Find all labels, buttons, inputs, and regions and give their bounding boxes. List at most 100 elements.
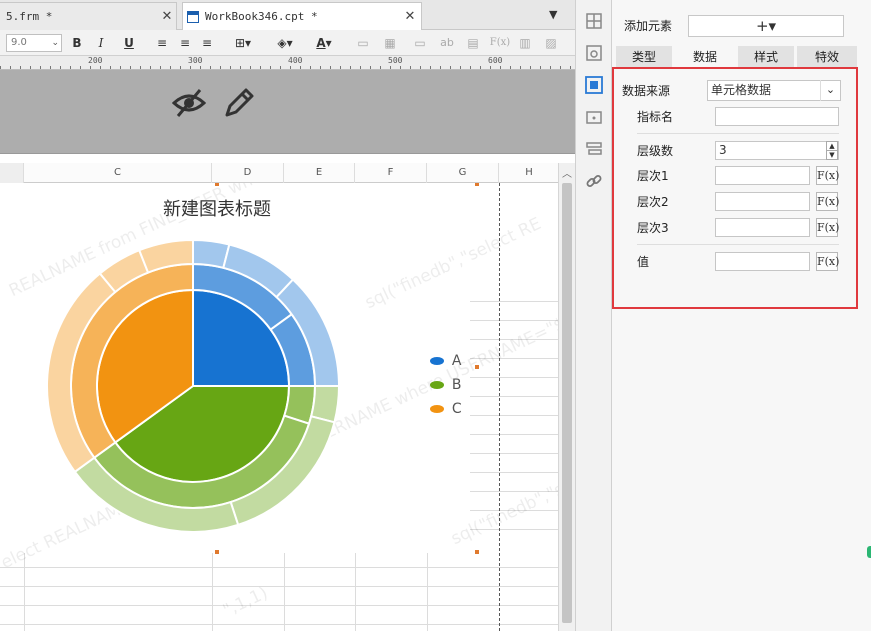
- close-icon[interactable]: ✕: [160, 3, 174, 30]
- stepper-down-icon[interactable]: ▼: [826, 150, 838, 160]
- sunburst-chart[interactable]: [40, 233, 346, 539]
- border-icon[interactable]: ⊞▾: [229, 34, 257, 52]
- format-toolbar: 9.0 ⌄ B I U ≡ ≡ ≡ ⊞▾ ◈▾ A▾ ▭ ▦ ▭ ab ▤ F(…: [0, 30, 575, 56]
- data-source-value: 单元格数据: [711, 83, 772, 97]
- resize-handle[interactable]: [214, 549, 220, 555]
- grid-icon[interactable]: ▦: [382, 34, 398, 52]
- align-center-icon[interactable]: ≡: [177, 34, 193, 52]
- tab-frm[interactable]: 5.frm * ✕: [0, 2, 177, 30]
- levels-stepper[interactable]: 3 ▲ ▼: [715, 141, 839, 160]
- cell-element-icon[interactable]: [585, 76, 603, 94]
- ruler-tick: [150, 66, 151, 69]
- column-header[interactable]: D: [212, 163, 284, 183]
- tab-effect[interactable]: 特效: [797, 46, 857, 68]
- ruler-tick: [390, 66, 391, 69]
- float-element-icon[interactable]: [585, 140, 603, 158]
- align-right-icon[interactable]: ≡: [199, 34, 215, 52]
- component-settings-icon[interactable]: [585, 44, 603, 62]
- level-1-field[interactable]: [715, 166, 810, 185]
- ruler-label: 600: [488, 56, 503, 65]
- ruler-tick: [210, 66, 211, 69]
- scroll-thumb[interactable]: [562, 183, 572, 623]
- level-3-field[interactable]: [715, 218, 810, 237]
- level-3-label: 层次3: [637, 221, 669, 235]
- report-canvas[interactable]: REALNAME from FINE_USER where U sql("fin…: [0, 183, 558, 631]
- column-header[interactable]: C: [24, 163, 212, 183]
- text-color-button[interactable]: A▾: [309, 34, 339, 52]
- tab-type[interactable]: 类型: [616, 46, 672, 68]
- image-icon[interactable]: ▨: [543, 34, 559, 52]
- bold-button[interactable]: B: [70, 34, 84, 52]
- hide-icon[interactable]: [172, 86, 206, 120]
- tab-data[interactable]: 数据: [675, 46, 735, 68]
- legend-item[interactable]: B: [430, 375, 462, 399]
- resize-handle[interactable]: [214, 183, 220, 187]
- insert-icon[interactable]: ▭: [412, 34, 428, 52]
- ruler-tick: [100, 66, 101, 69]
- vertical-scrollbar[interactable]: ︿: [558, 163, 575, 631]
- column-header[interactable]: F: [355, 163, 427, 183]
- ruler-tick: [330, 66, 331, 69]
- scroll-up-icon[interactable]: ︿: [562, 165, 572, 180]
- add-element-label: 添加元素: [624, 19, 673, 33]
- chart-icon[interactable]: ▥: [517, 34, 533, 52]
- italic-button[interactable]: I: [94, 34, 108, 52]
- ruler-tick: [140, 66, 141, 69]
- ruler-tick: [480, 66, 481, 69]
- column-header[interactable]: H: [499, 163, 560, 183]
- level-1-formula-button[interactable]: F(x): [816, 166, 839, 185]
- resize-handle[interactable]: [474, 183, 480, 187]
- ruler-tick: [490, 66, 491, 69]
- level-2-field[interactable]: [715, 192, 810, 211]
- indicator-field[interactable]: [715, 107, 839, 126]
- tab-workbook[interactable]: WorkBook346.cpt * ✕: [182, 2, 422, 30]
- data-source-select[interactable]: 单元格数据 ⌄: [707, 80, 841, 101]
- legend-item[interactable]: C: [430, 399, 462, 423]
- ruler-tick: [320, 66, 321, 69]
- ruler-tick: [550, 66, 551, 69]
- component-preview-bar: [0, 70, 575, 154]
- text-icon[interactable]: ab: [438, 34, 456, 52]
- tab-frm-label: 5.frm *: [6, 10, 53, 23]
- ruler-tick: [560, 66, 561, 69]
- level-2-formula-button[interactable]: F(x): [816, 192, 839, 211]
- chart-style-icon[interactable]: ▤: [465, 34, 481, 52]
- indicator-label: 指标名: [637, 110, 674, 124]
- edit-icon[interactable]: [222, 86, 256, 120]
- underline-button[interactable]: U: [122, 34, 136, 52]
- fill-color-icon[interactable]: ◈▾: [270, 34, 300, 52]
- font-size-select[interactable]: 9.0 ⌄: [6, 34, 62, 52]
- tab-menu-icon[interactable]: ▼: [549, 8, 557, 21]
- ruler-tick: [310, 66, 311, 69]
- add-element-button[interactable]: +▾: [688, 15, 844, 37]
- ruler-tick: [110, 66, 111, 69]
- ruler-tick: [280, 66, 281, 69]
- font-size-value: 9.0: [11, 37, 27, 48]
- ruler-tick: [340, 66, 341, 69]
- level-2-label: 层次2: [637, 195, 669, 209]
- legend-item[interactable]: A: [430, 351, 462, 375]
- cell-attribute-icon[interactable]: [585, 108, 603, 126]
- close-icon[interactable]: ✕: [403, 3, 417, 30]
- column-header[interactable]: E: [284, 163, 355, 183]
- tab-style[interactable]: 样式: [738, 46, 794, 68]
- ruler-tick: [440, 66, 441, 69]
- legend-label: C: [451, 401, 462, 417]
- ruler-tick: [400, 66, 401, 69]
- align-left-icon[interactable]: ≡: [154, 34, 170, 52]
- link-icon[interactable]: [585, 172, 603, 190]
- ruler-tick: [20, 66, 21, 69]
- value-formula-button[interactable]: F(x): [816, 252, 839, 271]
- layout-icon[interactable]: [585, 12, 603, 30]
- formula-icon[interactable]: F(x): [489, 34, 511, 52]
- value-field[interactable]: [715, 252, 810, 271]
- resize-handle[interactable]: [474, 364, 480, 370]
- ruler-tick: [70, 66, 71, 69]
- ruler-tick: [460, 66, 461, 69]
- merge-icon[interactable]: ▭: [355, 34, 371, 52]
- column-header[interactable]: G: [427, 163, 499, 183]
- level-3-formula-button[interactable]: F(x): [816, 218, 839, 237]
- resize-handle[interactable]: [474, 549, 480, 555]
- level-1-label: 层次1: [637, 169, 669, 183]
- ruler: 200 300 400 500 600: [0, 56, 575, 70]
